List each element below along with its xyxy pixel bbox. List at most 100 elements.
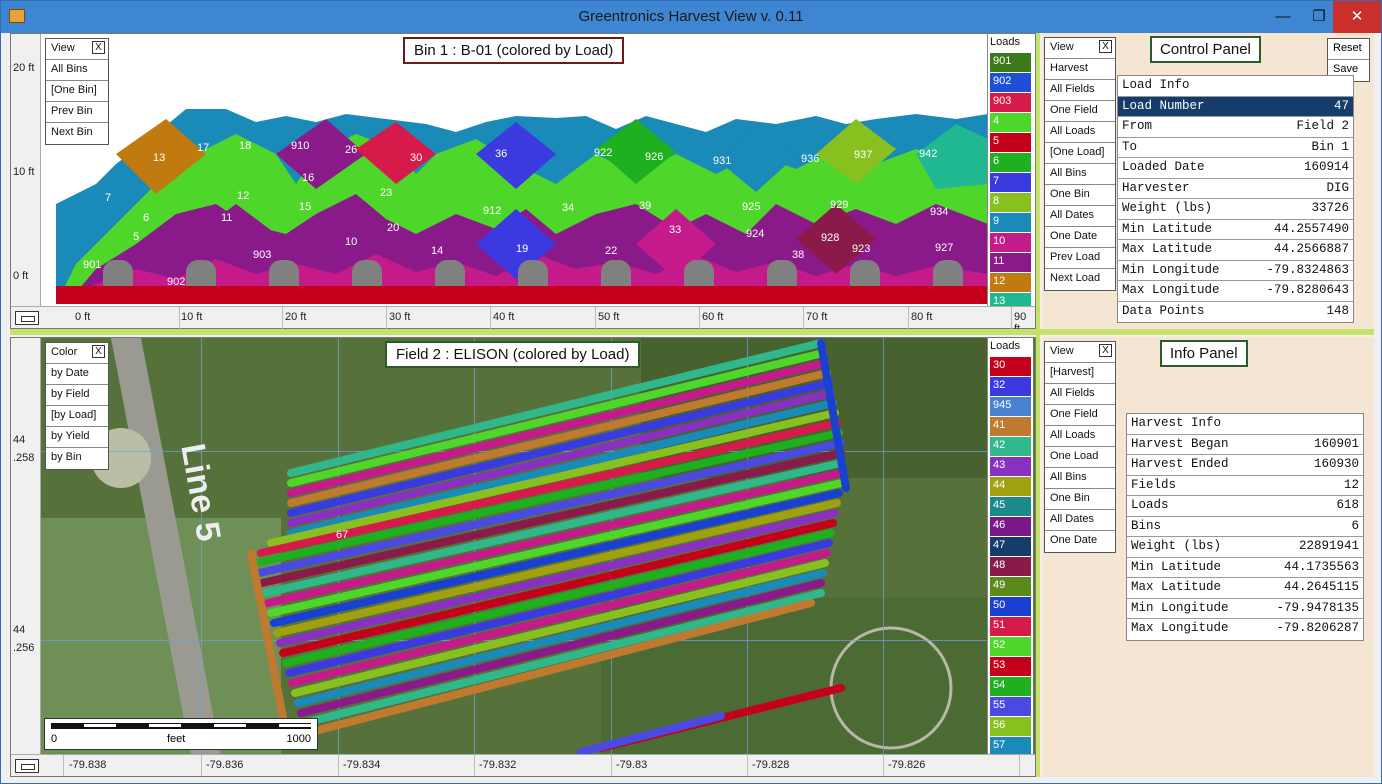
menu-item-all-bins[interactable]: All Bins <box>1045 468 1115 489</box>
legend-item[interactable]: 42 <box>990 437 1031 456</box>
bin-x-gridtick <box>699 307 700 329</box>
legend-item[interactable]: 47 <box>990 537 1031 556</box>
menu-item-by-field[interactable]: by Field <box>46 385 108 406</box>
menu-item-all-bins[interactable]: All Bins <box>46 60 108 81</box>
info-row[interactable]: Loaded Date 160914 <box>1118 158 1353 179</box>
legend-item[interactable]: 6 <box>990 153 1031 172</box>
info-row[interactable]: Weight (lbs) 22891941 <box>1127 537 1363 558</box>
info-value: 148 <box>1326 303 1349 318</box>
menu-item-one-field[interactable]: One Field <box>1045 101 1115 122</box>
legend-item[interactable]: 945 <box>990 397 1031 416</box>
legend-item[interactable]: 51 <box>990 617 1031 636</box>
menu-item-next-bin[interactable]: Next Bin <box>46 123 108 144</box>
info-row[interactable]: Max Latitude 44.2645115 <box>1127 578 1363 599</box>
menu-item-prev-bin[interactable]: Prev Bin <box>46 102 108 123</box>
menu-item-one-bin[interactable]: One Bin <box>1045 489 1115 510</box>
legend-item[interactable]: 54 <box>990 677 1031 696</box>
menu-item-next-load[interactable]: Next Load <box>1045 269 1115 290</box>
legend-item[interactable]: 902 <box>990 73 1031 92</box>
menu-item-by-load[interactable]: [by Load] <box>46 406 108 427</box>
legend-item[interactable]: 32 <box>990 377 1031 396</box>
legend-item[interactable]: 903 <box>990 93 1031 112</box>
pile-label: 928 <box>821 232 840 244</box>
legend-item[interactable]: 10 <box>990 233 1031 252</box>
menu-item-harvest[interactable]: Harvest <box>1045 59 1115 80</box>
minimize-button[interactable]: — <box>1261 1 1305 33</box>
info-key: Min Longitude <box>1122 262 1220 277</box>
menu-item-all-fields[interactable]: All Fields <box>1045 80 1115 101</box>
reset-button[interactable]: Reset <box>1328 39 1369 60</box>
legend-item[interactable]: 52 <box>990 637 1031 656</box>
menu-item-harvest[interactable]: [Harvest] <box>1045 363 1115 384</box>
legend-item[interactable]: 53 <box>990 657 1031 676</box>
info-row[interactable]: To Bin 1 <box>1118 137 1353 158</box>
legend-item[interactable]: 50 <box>990 597 1031 616</box>
legend-item[interactable]: 44 <box>990 477 1031 496</box>
legend-item[interactable]: 11 <box>990 253 1031 272</box>
info-row[interactable]: Fields 12 <box>1127 475 1363 496</box>
legend-item[interactable]: 12 <box>990 273 1031 292</box>
legend-item[interactable]: 5 <box>990 133 1031 152</box>
legend-item[interactable]: 9 <box>990 213 1031 232</box>
field-x-tick: -79.836 <box>206 759 244 771</box>
vertical-splitter[interactable] <box>1036 33 1040 777</box>
legend-item[interactable]: 46 <box>990 517 1031 536</box>
info-row[interactable]: Data Points 148 <box>1118 301 1353 322</box>
axis-toggle-button[interactable] <box>15 311 39 325</box>
legend-item[interactable]: 55 <box>990 697 1031 716</box>
info-row[interactable]: Min Longitude -79.8324863 <box>1118 260 1353 281</box>
info-row[interactable]: Max Latitude 44.2566887 <box>1118 240 1353 261</box>
menu-item-one-bin[interactable]: One Bin <box>1045 185 1115 206</box>
info-row[interactable]: Max Longitude -79.8280643 <box>1118 281 1353 302</box>
close-button[interactable]: ✕ <box>1333 1 1381 33</box>
info-row[interactable]: Harvester DIG <box>1118 178 1353 199</box>
menu-item-all-loads[interactable]: All Loads <box>1045 426 1115 447</box>
legend-item[interactable]: 901 <box>990 53 1031 72</box>
info-row[interactable]: Min Longitude -79.9478135 <box>1127 598 1363 619</box>
info-row[interactable]: Max Longitude -79.8206287 <box>1127 619 1363 640</box>
menu-item-by-yield[interactable]: by Yield <box>46 427 108 448</box>
menu-item-all-fields[interactable]: All Fields <box>1045 384 1115 405</box>
menu-item-one-load[interactable]: One Load <box>1045 447 1115 468</box>
legend-item[interactable]: 7 <box>990 173 1031 192</box>
menu-item-all-loads[interactable]: All Loads <box>1045 122 1115 143</box>
info-row[interactable]: Min Latitude 44.2557490 <box>1118 219 1353 240</box>
menu-item-by-date[interactable]: by Date <box>46 364 108 385</box>
close-menu-icon[interactable]: X <box>92 345 105 358</box>
legend-item[interactable]: 43 <box>990 457 1031 476</box>
menu-item-one-load[interactable]: [One Load] <box>1045 143 1115 164</box>
info-row[interactable]: Harvest Ended 160930 <box>1127 455 1363 476</box>
menu-item-one-field[interactable]: One Field <box>1045 405 1115 426</box>
info-row[interactable]: Bins 6 <box>1127 516 1363 537</box>
legend-item[interactable]: 4 <box>990 113 1031 132</box>
close-menu-icon[interactable]: X <box>1099 344 1112 357</box>
pile-label: 30 <box>410 152 423 164</box>
menu-item-all-dates[interactable]: All Dates <box>1045 510 1115 531</box>
restore-button[interactable]: ❐ <box>1305 1 1333 33</box>
info-row[interactable]: Weight (lbs) 33726 <box>1118 199 1353 220</box>
close-menu-icon[interactable]: X <box>1099 40 1112 53</box>
info-row[interactable]: From Field 2 <box>1118 117 1353 138</box>
legend-item[interactable]: 49 <box>990 577 1031 596</box>
menu-item-one-bin[interactable]: [One Bin] <box>46 81 108 102</box>
menu-item-one-date[interactable]: One Date <box>1045 531 1115 552</box>
info-row[interactable]: Min Latitude 44.1735563 <box>1127 557 1363 578</box>
menu-item-prev-load[interactable]: Prev Load <box>1045 248 1115 269</box>
legend-item[interactable]: 48 <box>990 557 1031 576</box>
legend-item[interactable]: 45 <box>990 497 1031 516</box>
menu-item-one-date[interactable]: One Date <box>1045 227 1115 248</box>
info-row[interactable]: Load Number 47 <box>1118 96 1353 117</box>
legend-item[interactable]: 41 <box>990 417 1031 436</box>
close-menu-icon[interactable]: X <box>92 41 105 54</box>
horizontal-splitter[interactable] <box>10 329 1374 335</box>
legend-item[interactable]: 30 <box>990 357 1031 376</box>
pile-label: 19 <box>516 243 529 255</box>
info-row[interactable]: Loads 618 <box>1127 496 1363 517</box>
legend-item[interactable]: 56 <box>990 717 1031 736</box>
info-row[interactable]: Harvest Began 160901 <box>1127 434 1363 455</box>
menu-item-all-dates[interactable]: All Dates <box>1045 206 1115 227</box>
legend-item[interactable]: 8 <box>990 193 1031 212</box>
axis-toggle-button[interactable] <box>15 759 39 773</box>
menu-item-all-bins[interactable]: All Bins <box>1045 164 1115 185</box>
menu-item-by-bin[interactable]: by Bin <box>46 448 108 469</box>
